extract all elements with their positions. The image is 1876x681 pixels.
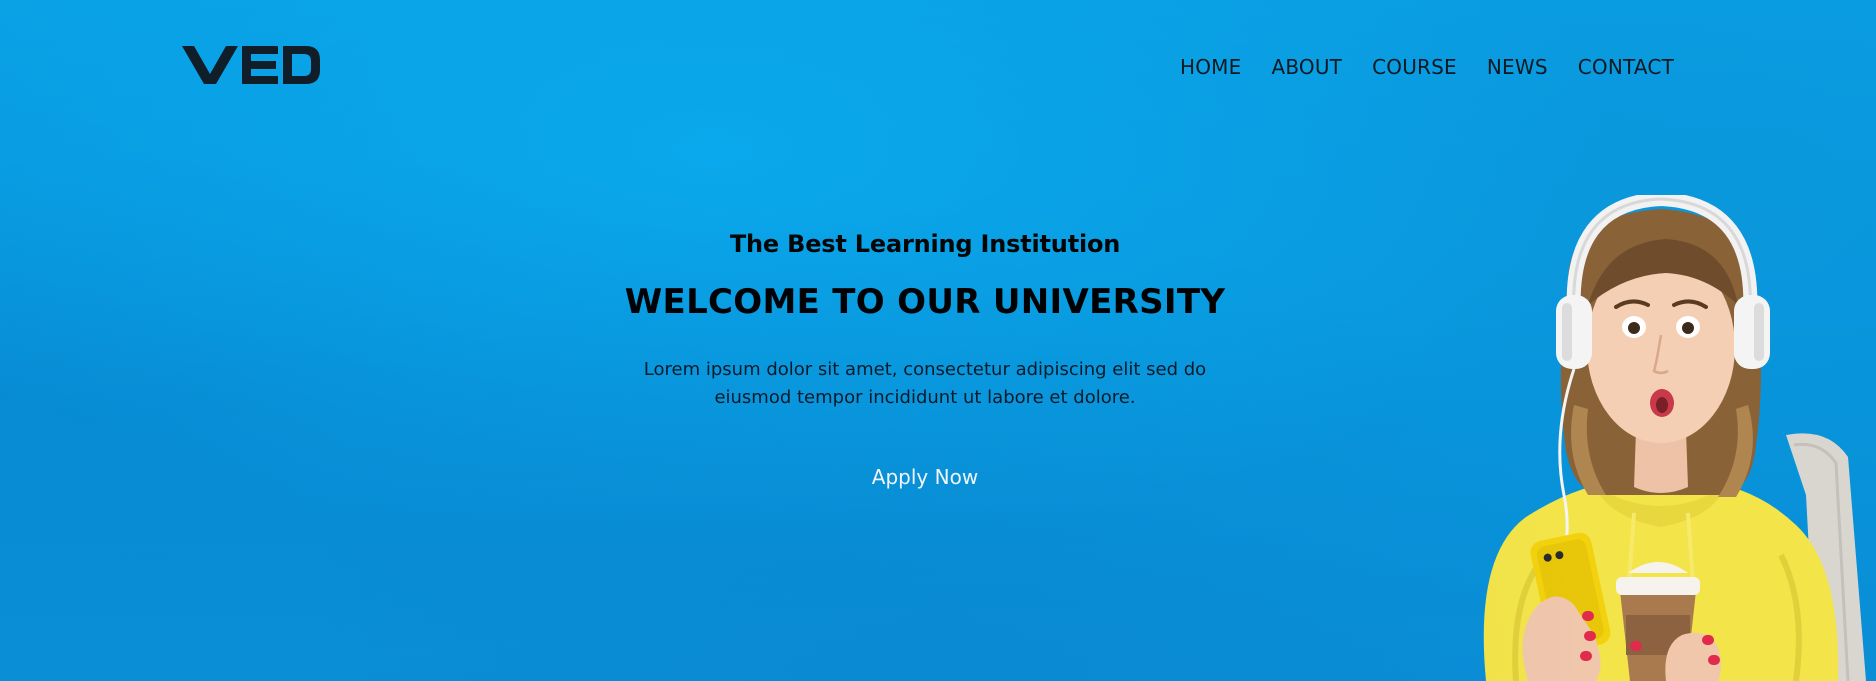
student-with-headphones-image (1483, 195, 1866, 681)
main-nav: HOME ABOUT COURSE NEWS CONTACT (1150, 55, 1674, 79)
nav-about-link[interactable]: ABOUT (1271, 55, 1342, 79)
nav-home-link[interactable]: HOME (1180, 55, 1241, 79)
nav-course-link[interactable]: COURSE (1372, 55, 1457, 79)
nav-news-link[interactable]: NEWS (1487, 55, 1548, 79)
nav-contact-link[interactable]: CONTACT (1578, 55, 1674, 79)
logo[interactable] (180, 44, 322, 86)
hero-description: Lorem ipsum dolor sit amet, consectetur … (643, 359, 1207, 408)
apply-now-button[interactable]: Apply Now (838, 458, 1012, 496)
hero-section: HOME ABOUT COURSE NEWS CONTACT The Best … (0, 0, 1876, 681)
